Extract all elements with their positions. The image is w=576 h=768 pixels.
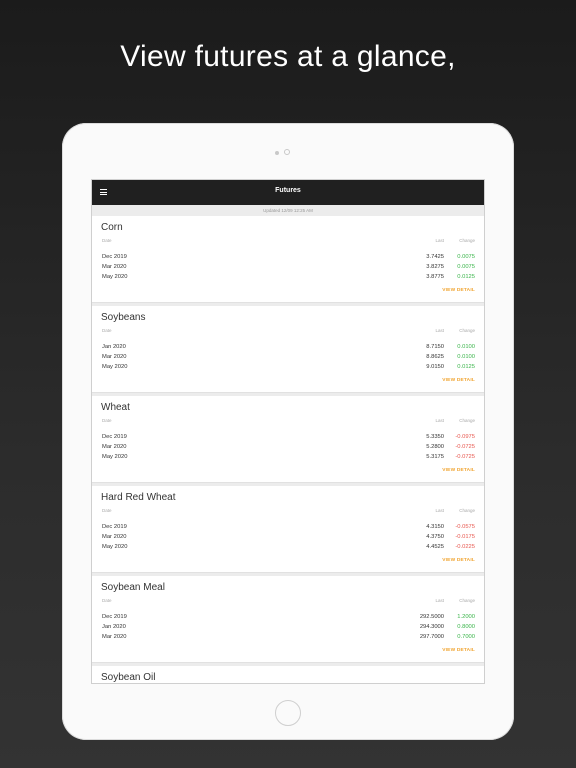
view-detail-link[interactable]: VIEW DETAIL <box>412 648 475 653</box>
contract-date: Mar 2020 <box>102 354 127 360</box>
column-header-date: Date <box>102 508 112 513</box>
card-title: Wheat <box>101 402 130 413</box>
camera-dot-icon <box>275 151 279 155</box>
price-change: -0.0175 <box>455 534 475 540</box>
price-change: 0.0125 <box>457 364 475 370</box>
futures-card: Soybean Meal Date Last Change Dec 2019 292.50… <box>92 576 484 663</box>
page-title: Futures <box>275 187 301 194</box>
futures-card: Soybeans Date Last Change Jan 2020 8.7150 0.01… <box>92 306 484 393</box>
contract-date: May 2020 <box>102 544 128 550</box>
column-header-change: Change <box>459 508 475 513</box>
contract-date: Jan 2020 <box>102 344 126 350</box>
contract-date: Dec 2019 <box>102 614 127 620</box>
column-header-change: Change <box>459 598 475 603</box>
column-header-change: Change <box>459 418 475 423</box>
view-detail-link[interactable]: VIEW DETAIL <box>412 558 475 563</box>
contract-date: Mar 2020 <box>102 634 127 640</box>
table-row: Dec 2019 3.7425 0.0075 <box>92 254 484 264</box>
column-header-last: Last <box>435 238 444 243</box>
price-change: 0.0100 <box>457 344 475 350</box>
card-title: Soybean Meal <box>101 582 165 593</box>
card-title: Corn <box>101 222 123 233</box>
price-change: -0.0725 <box>455 454 475 460</box>
contract-date: Mar 2020 <box>102 534 127 540</box>
contract-date: May 2020 <box>102 364 128 370</box>
table-row: Jan 2020 8.7150 0.0100 <box>92 344 484 354</box>
tablet-frame: Futures Updated 12/09 12:25 AM Corn Date L… <box>62 123 514 740</box>
nav-bar: Futures <box>92 180 484 205</box>
table-row: May 2020 5.3175 -0.0725 <box>92 454 484 464</box>
contract-date: Mar 2020 <box>102 264 127 270</box>
view-detail-link[interactable]: VIEW DETAIL <box>412 378 475 383</box>
app-screen: Futures Updated 12/09 12:25 AM Corn Date L… <box>91 179 485 684</box>
table-row: Mar 2020 5.2800 -0.0725 <box>92 444 484 454</box>
table-row: Dec 2019 4.3150 -0.0575 <box>92 524 484 534</box>
table-row: Mar 2020 297.7000 0.7000 <box>92 634 484 644</box>
futures-card: Soybean Oil <box>92 666 484 683</box>
price-change: 0.0100 <box>457 354 475 360</box>
price-change: 0.8000 <box>457 624 475 630</box>
camera-lens-icon <box>284 149 290 155</box>
card-title: Soybean Oil <box>101 672 156 683</box>
card-title: Soybeans <box>101 312 146 323</box>
home-button[interactable] <box>275 700 301 726</box>
price-change: 0.0075 <box>457 254 475 260</box>
contract-date: Dec 2019 <box>102 524 127 530</box>
contract-date: May 2020 <box>102 454 128 460</box>
column-header-last: Last <box>435 328 444 333</box>
price-change: -0.0575 <box>455 524 475 530</box>
column-header-change: Change <box>459 328 475 333</box>
contract-date: Jan 2020 <box>102 624 126 630</box>
column-header-last: Last <box>435 508 444 513</box>
column-header-last: Last <box>435 418 444 423</box>
column-header-date: Date <box>102 418 112 423</box>
table-row: Dec 2019 5.3350 -0.0975 <box>92 434 484 444</box>
price-change: 0.0075 <box>457 264 475 270</box>
column-header-last: Last <box>435 598 444 603</box>
table-row: May 2020 9.0150 0.0125 <box>92 364 484 374</box>
column-header-date: Date <box>102 328 112 333</box>
contract-date: Dec 2019 <box>102 434 127 440</box>
column-header-date: Date <box>102 598 112 603</box>
view-detail-link[interactable]: VIEW DETAIL <box>412 288 475 293</box>
marketing-headline: View futures at a glance, <box>120 40 456 73</box>
column-header-date: Date <box>102 238 112 243</box>
card-title: Hard Red Wheat <box>101 492 176 503</box>
table-row: Dec 2019 292.5000 1.2000 <box>92 614 484 624</box>
table-row: May 2020 4.4525 -0.0225 <box>92 544 484 554</box>
table-row: Mar 2020 8.8625 0.0100 <box>92 354 484 364</box>
table-row: Jan 2020 294.3000 0.8000 <box>92 624 484 634</box>
column-header-change: Change <box>459 238 475 243</box>
contract-date: Mar 2020 <box>102 444 127 450</box>
table-row: Mar 2020 4.3750 -0.0175 <box>92 534 484 544</box>
price-change: 0.0125 <box>457 274 475 280</box>
contract-date: Dec 2019 <box>102 254 127 260</box>
view-detail-link[interactable]: VIEW DETAIL <box>412 468 475 473</box>
price-change: -0.0975 <box>455 434 475 440</box>
table-row: May 2020 3.8775 0.0125 <box>92 274 484 284</box>
table-row: Mar 2020 3.8275 0.0075 <box>92 264 484 274</box>
price-change: 0.7000 <box>457 634 475 640</box>
price-change: 1.2000 <box>457 614 475 620</box>
contract-date: May 2020 <box>102 274 128 280</box>
price-change: -0.0225 <box>455 544 475 550</box>
futures-card: Corn Date Last Change Dec 2019 3.7425 0.0075 Ma… <box>92 216 484 303</box>
futures-card: Hard Red Wheat Date Last Change Dec 2019 4.31… <box>92 486 484 573</box>
price-change: -0.0725 <box>455 444 475 450</box>
futures-card: Wheat Date Last Change Dec 2019 5.3350 -0.0975… <box>92 396 484 483</box>
updated-timestamp: Updated 12/09 12:25 AM <box>263 208 313 213</box>
